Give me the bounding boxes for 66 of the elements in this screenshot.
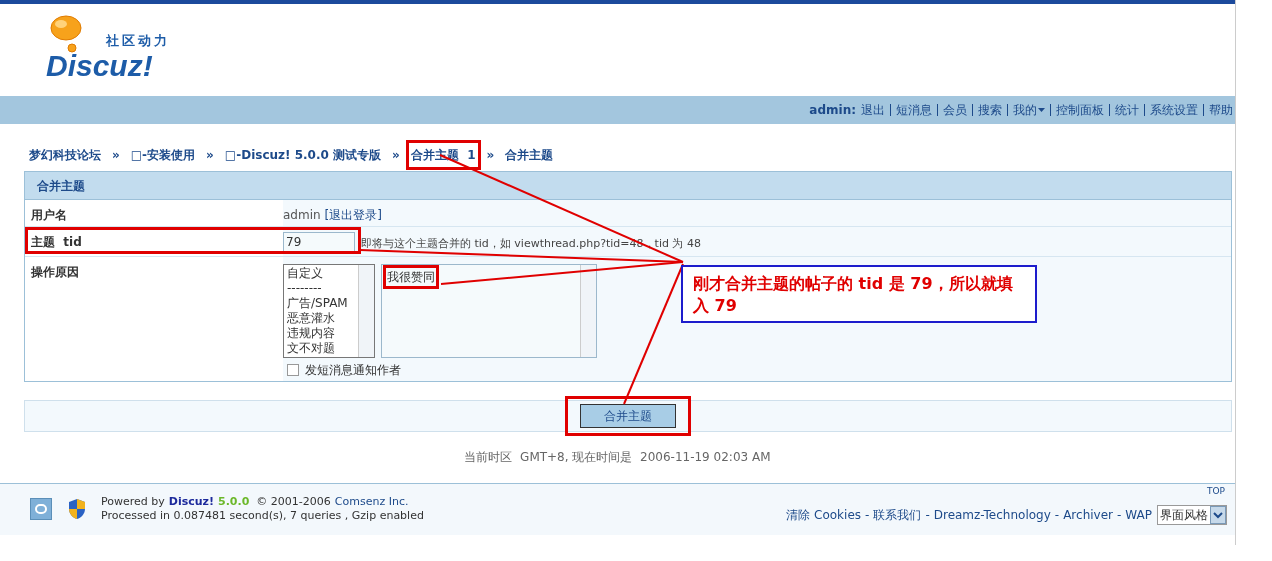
timezone-text: 当前时区 GMT+8, 现在时间是 2006-11-19 02:03 AM <box>464 449 771 466</box>
breadcrumb-link[interactable]: □-Discuz! 5.0.0 测试专版 <box>219 140 387 170</box>
field-label: 用户名 <box>31 208 67 222</box>
scrollbar[interactable] <box>358 265 374 357</box>
copyright-text: © 2001-2006 <box>256 495 331 509</box>
panel-title: 合并主题 <box>37 177 85 195</box>
annotation-callout: 刚才合并主题的帖子的 tid 是 79，所以就填入 79 <box>681 265 1037 323</box>
tid-hint: 即将与这个主题合并的 tid，如 viewthread.php?tid=48，tid 为 48 <box>361 235 701 252</box>
shield-icon <box>68 498 86 520</box>
powered-text: Powered by <box>101 495 165 509</box>
nav-link[interactable]: 会员 <box>943 101 967 119</box>
company-link[interactable]: Comsenz Inc. <box>334 495 409 509</box>
logout-link[interactable]: [退出登录] <box>324 206 382 224</box>
reason-option[interactable]: 自定义 <box>287 266 358 281</box>
breadcrumb-link[interactable]: 梦幻科技论坛 <box>24 140 106 170</box>
breadcrumb-separator: » <box>486 147 495 164</box>
reason-option[interactable]: 违规内容 <box>287 326 358 341</box>
reason-listbox[interactable]: 自定义 -------- 广告/SPAM 恶意灌水 违规内容 文不对题 <box>283 264 375 358</box>
field-label: 主题 tid <box>31 235 82 249</box>
breadcrumb-separator: » <box>112 147 120 164</box>
username: admin: <box>809 102 856 119</box>
notify-checkbox[interactable] <box>287 364 299 376</box>
dropdown-icon <box>1210 505 1226 524</box>
tid-input[interactable]: 79 <box>283 232 355 252</box>
nav-link[interactable]: 帮助 <box>1209 101 1233 119</box>
top-link[interactable]: TOP <box>1207 485 1225 499</box>
reason-option[interactable]: -------- <box>287 281 358 296</box>
footer-link[interactable]: Dreamz-Technology <box>933 505 1051 524</box>
merge-button[interactable]: 合并主题 <box>580 404 676 428</box>
username-value: admin <box>283 207 321 224</box>
version-text: 5.0.0 <box>218 495 250 509</box>
reason-option[interactable]: 文不对题 <box>287 341 358 356</box>
nav-link[interactable]: 短消息 <box>896 101 932 119</box>
link-separator: - <box>925 506 930 524</box>
footer-link[interactable]: 联系我们 <box>873 505 922 524</box>
caret-icon <box>1038 108 1045 112</box>
reason-option[interactable]: 恶意灌水 <box>287 311 358 326</box>
reason-textarea[interactable]: 我很赞同 <box>381 264 597 358</box>
breadcrumb-link[interactable]: 合并主题 <box>500 140 559 170</box>
chat-icon <box>30 498 52 520</box>
breadcrumb-link[interactable]: □-安装使用 <box>125 140 201 170</box>
reason-option[interactable]: 广告/SPAM <box>287 296 358 311</box>
logo-wordmark: Discuz! <box>46 49 153 83</box>
brand-link[interactable]: Discuz! <box>168 495 214 509</box>
logo-tagline: 社区动力 <box>106 32 170 50</box>
footer-link[interactable]: 清除 Cookies <box>786 505 862 524</box>
link-separator: - <box>1054 506 1060 524</box>
breadcrumb-separator: » <box>392 147 400 164</box>
style-select[interactable]: 界面风格 <box>1157 504 1227 525</box>
nav-link[interactable]: 控制面板 <box>1056 101 1104 119</box>
notify-label: 发短消息通知作者 <box>305 362 401 379</box>
footer-link[interactable]: Archiver <box>1063 505 1113 524</box>
reason-text: 我很赞同 <box>383 265 439 289</box>
breadcrumb-link[interactable]: 合并主题 1 <box>405 140 481 170</box>
link-separator: - <box>1117 506 1122 524</box>
breadcrumb-separator: » <box>206 147 214 164</box>
footer-link[interactable]: WAP <box>1125 505 1152 524</box>
nav-link[interactable]: 系统设置 <box>1150 101 1198 119</box>
link-separator: - <box>865 506 870 524</box>
scrollbar[interactable] <box>580 265 596 357</box>
nav-link[interactable]: 搜索 <box>978 101 1002 119</box>
processed-text: Processed in 0.087481 second(s), 7 queries , Gzip enabled <box>101 509 424 523</box>
nav-link[interactable]: 我的 <box>1013 101 1045 119</box>
field-label: 操作原因 <box>31 265 79 279</box>
nav-link[interactable]: 统计 <box>1115 101 1139 119</box>
nav-link[interactable]: 退出 <box>861 101 885 119</box>
